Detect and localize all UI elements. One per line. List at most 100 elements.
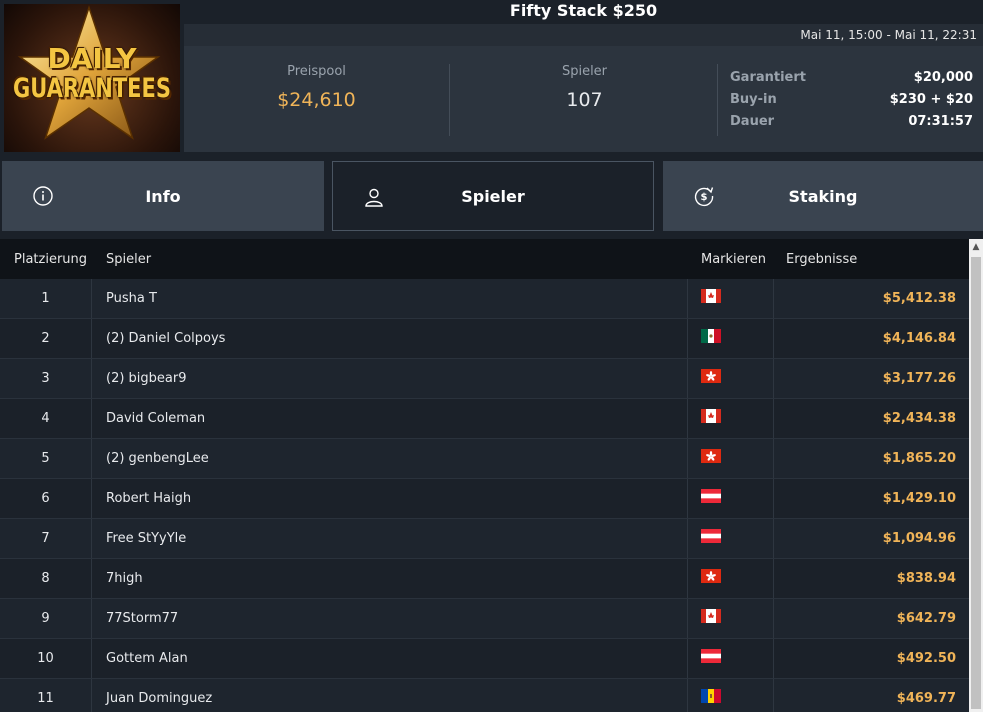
rank-cell: 6 bbox=[0, 479, 92, 518]
ca-flag-icon bbox=[701, 608, 721, 623]
prize-pool-label: Preispool bbox=[287, 64, 346, 79]
detail-value: $230 + $20 bbox=[889, 92, 973, 107]
flag-cell bbox=[688, 279, 774, 318]
players-label: Spieler bbox=[561, 64, 608, 79]
prize-pool-stat: Preispool $24,610 bbox=[184, 64, 449, 111]
rank-cell: 9 bbox=[0, 599, 92, 638]
player-name-cell[interactable]: Pusha T bbox=[92, 279, 688, 318]
table-row[interactable]: 10 Gottem Alan $492.50 bbox=[0, 639, 969, 679]
rank-cell: 3 bbox=[0, 359, 92, 398]
player-name-cell[interactable]: (2) bigbear9 bbox=[92, 359, 688, 398]
stats-panel: Preispool $24,610 Spieler 107 Garantiert… bbox=[184, 46, 983, 152]
rank-cell: 8 bbox=[0, 559, 92, 598]
player-name-cell[interactable]: (2) Daniel Colpoys bbox=[92, 319, 688, 358]
result-cell: $1,094.96 bbox=[882, 531, 956, 546]
player-name-cell[interactable]: 7high bbox=[92, 559, 688, 598]
player-name-cell[interactable]: (2) genbengLee bbox=[92, 439, 688, 478]
detail-key: Buy-in bbox=[730, 92, 777, 107]
result-cell: $838.94 bbox=[896, 571, 956, 586]
flag-cell bbox=[688, 439, 774, 478]
player-name-cell[interactable]: Robert Haigh bbox=[92, 479, 688, 518]
daily-guarantees-logo: DAILY GUARANTEES bbox=[4, 4, 180, 152]
table-row[interactable]: 1 Pusha T $5,412.38 bbox=[0, 279, 969, 319]
players-value: 107 bbox=[566, 89, 603, 111]
table-row[interactable]: 7 Free StYyYle $1,094.96 bbox=[0, 519, 969, 559]
ca-flag-icon bbox=[701, 288, 721, 303]
svg-text:$: $ bbox=[701, 192, 708, 203]
rank-cell: 5 bbox=[0, 439, 92, 478]
players-stat: Spieler 107 bbox=[452, 64, 717, 111]
result-cell: $642.79 bbox=[896, 611, 956, 626]
tournament-details: Garantiert $20,000 Buy-in $230 + $20 Dau… bbox=[730, 70, 973, 136]
divider bbox=[449, 64, 450, 136]
ca-flag-icon bbox=[701, 408, 721, 423]
table-row[interactable]: 6 Robert Haigh $1,429.10 bbox=[0, 479, 969, 519]
mx-flag-icon bbox=[701, 328, 721, 343]
tournament-title: Fifty Stack $250 bbox=[184, 0, 983, 24]
logo-line-2: GUARANTEES bbox=[12, 73, 172, 103]
result-cell: $5,412.38 bbox=[882, 291, 956, 306]
rank-cell: 2 bbox=[0, 319, 92, 358]
header-player[interactable]: Spieler bbox=[92, 252, 688, 267]
result-cell: $3,177.26 bbox=[882, 371, 956, 386]
player-name-cell[interactable]: Gottem Alan bbox=[92, 639, 688, 678]
table-row[interactable]: 9 77Storm77 $642.79 bbox=[0, 599, 969, 639]
detail-key: Dauer bbox=[730, 114, 775, 129]
tab-spieler[interactable]: Spieler bbox=[332, 161, 654, 231]
header-rank[interactable]: Platzierung bbox=[0, 252, 92, 267]
player-name-cell[interactable]: Juan Dominguez bbox=[92, 679, 688, 712]
flag-cell bbox=[688, 599, 774, 638]
flag-cell bbox=[688, 399, 774, 438]
detail-value: $20,000 bbox=[913, 70, 973, 85]
table-row[interactable]: 2 (2) Daniel Colpoys $4,146.84 bbox=[0, 319, 969, 359]
detail-row-buyin: Buy-in $230 + $20 bbox=[730, 92, 973, 114]
flag-cell bbox=[688, 559, 774, 598]
logo-line-1: DAILY bbox=[47, 42, 137, 75]
flag-cell bbox=[688, 359, 774, 398]
table-row[interactable]: 11 Juan Dominguez $469.77 bbox=[0, 679, 969, 712]
tab-bar: Info Spieler $ Staking bbox=[0, 161, 983, 231]
date-range: Mai 11, 15:00 - Mai 11, 22:31 bbox=[184, 24, 983, 46]
tab-spieler-label: Spieler bbox=[461, 186, 525, 206]
player-name-cell[interactable]: David Coleman bbox=[92, 399, 688, 438]
table-row[interactable]: 5 (2) genbengLee $1,865.20 bbox=[0, 439, 969, 479]
info-icon bbox=[33, 186, 53, 206]
result-cell: $492.50 bbox=[896, 651, 956, 666]
scrollbar-thumb[interactable] bbox=[971, 257, 981, 709]
scroll-up-arrow-icon[interactable]: ▲ bbox=[969, 239, 983, 255]
flag-cell bbox=[688, 479, 774, 518]
dollar-refresh-icon: $ bbox=[694, 187, 714, 207]
player-name-cell[interactable]: 77Storm77 bbox=[92, 599, 688, 638]
divider bbox=[717, 64, 718, 136]
hk-flag-icon bbox=[701, 568, 721, 583]
header-result[interactable]: Ergebnisse bbox=[774, 252, 969, 267]
detail-value: 07:31:57 bbox=[908, 114, 973, 129]
rank-cell: 7 bbox=[0, 519, 92, 558]
table-row[interactable]: 3 (2) bigbear9 $3,177.26 bbox=[0, 359, 969, 399]
rank-cell: 1 bbox=[0, 279, 92, 318]
user-icon bbox=[365, 188, 383, 207]
tab-staking-label: Staking bbox=[788, 186, 858, 206]
rank-cell: 4 bbox=[0, 399, 92, 438]
tab-info-label: Info bbox=[145, 186, 181, 206]
tab-staking[interactable]: $ Staking bbox=[663, 161, 983, 231]
rank-cell: 10 bbox=[0, 639, 92, 678]
header-flag[interactable]: Markieren bbox=[688, 252, 774, 267]
table-row[interactable]: 4 David Coleman $2,434.38 bbox=[0, 399, 969, 439]
flag-cell bbox=[688, 319, 774, 358]
prize-pool-value: $24,610 bbox=[277, 89, 356, 111]
hk-flag-icon bbox=[701, 448, 721, 463]
tab-info[interactable]: Info bbox=[2, 161, 324, 231]
detail-row-guaranteed: Garantiert $20,000 bbox=[730, 70, 973, 92]
scrollbar[interactable]: ▲ bbox=[969, 239, 983, 712]
flag-cell bbox=[688, 639, 774, 678]
results-table: Platzierung Spieler Markieren Ergebnisse… bbox=[0, 239, 969, 712]
at-flag-icon bbox=[701, 648, 721, 663]
player-name-cell[interactable]: Free StYyYle bbox=[92, 519, 688, 558]
result-cell: $469.77 bbox=[896, 691, 956, 706]
at-flag-icon bbox=[701, 528, 721, 543]
table-row[interactable]: 8 7high $838.94 bbox=[0, 559, 969, 599]
flag-cell bbox=[688, 519, 774, 558]
result-cell: $4,146.84 bbox=[882, 331, 956, 346]
result-cell: $2,434.38 bbox=[882, 411, 956, 426]
